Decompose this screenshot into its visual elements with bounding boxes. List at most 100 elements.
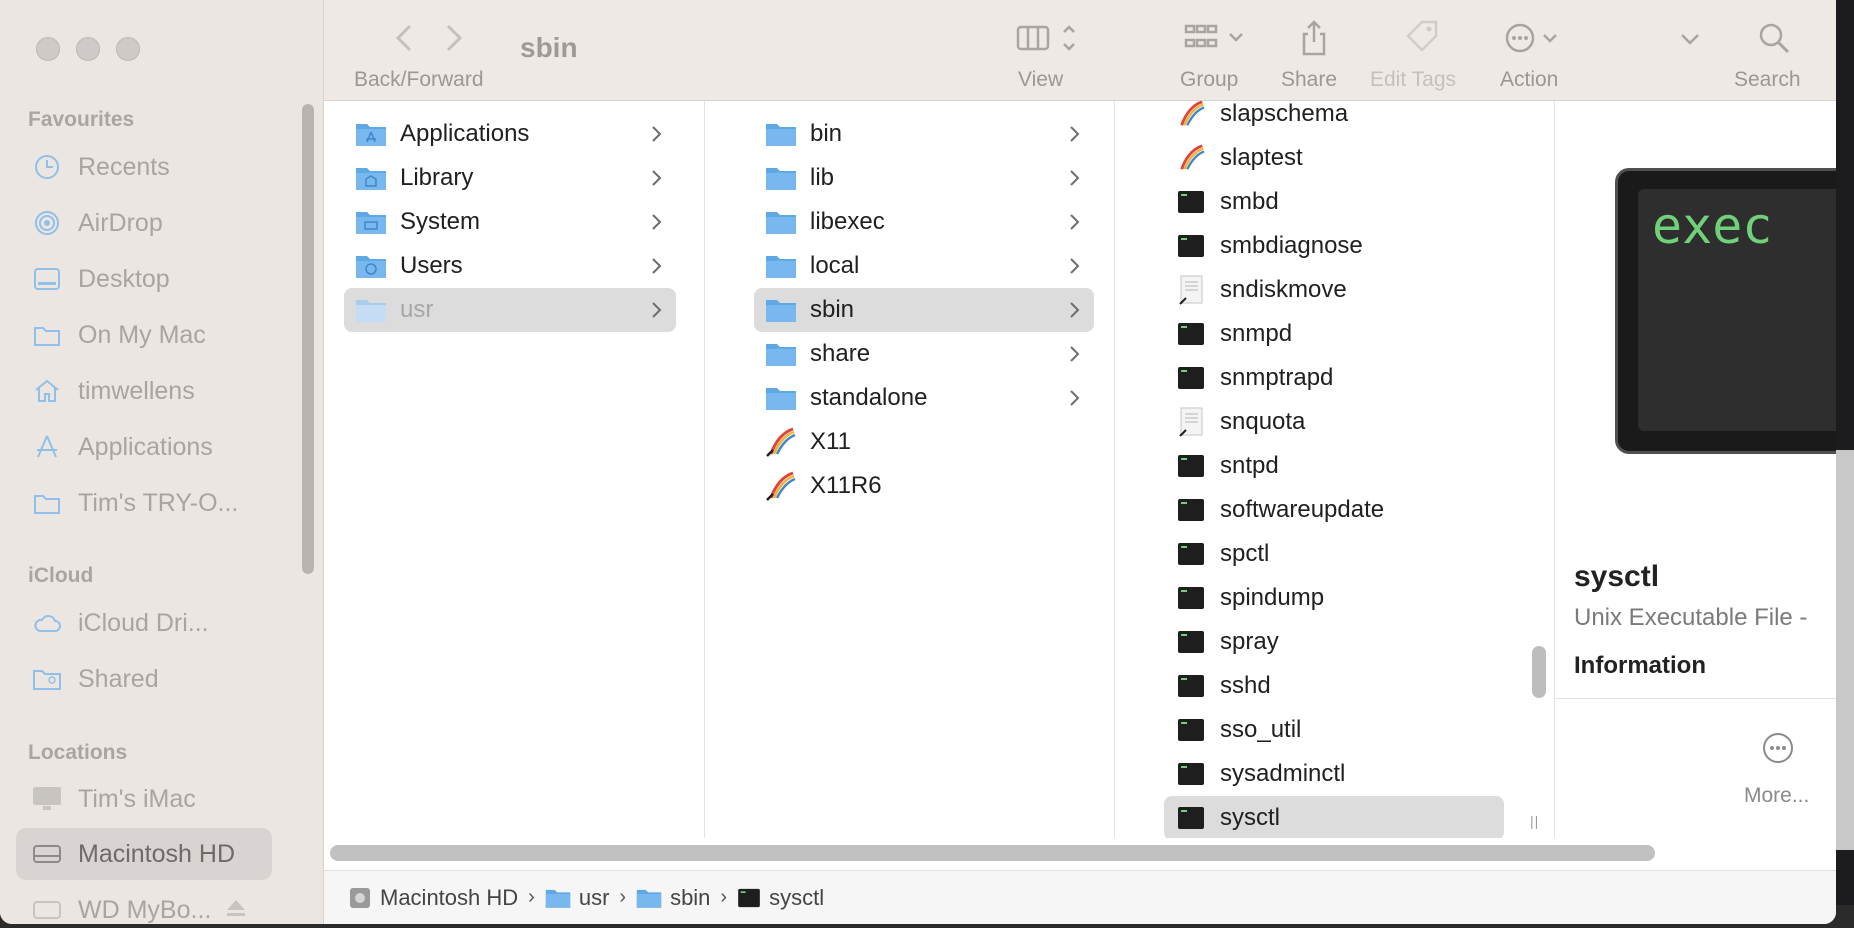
sidebar-item-label: Desktop: [78, 264, 170, 293]
list-item[interactable]: libexec: [754, 200, 1094, 244]
list-item[interactable]: Users: [344, 244, 676, 288]
close-button[interactable]: [36, 37, 60, 61]
list-item[interactable]: usr: [344, 288, 676, 332]
list-item[interactable]: sntpd: [1164, 444, 1504, 488]
row-label: sysadminctl: [1220, 760, 1346, 787]
terminal-exec-icon: [1174, 537, 1208, 571]
list-item[interactable]: X11: [754, 420, 1094, 464]
horizontal-scrollbar[interactable]: [330, 845, 1655, 861]
terminal-exec-icon: [1174, 625, 1208, 659]
folder-icon: [354, 293, 388, 327]
list-item[interactable]: spctl: [1164, 532, 1504, 576]
row-label: sndiskmove: [1220, 276, 1347, 303]
sidebar-scrollbar[interactable]: [302, 104, 314, 574]
list-item[interactable]: lib: [754, 156, 1094, 200]
list-item[interactable]: share: [754, 332, 1094, 376]
list-item[interactable]: Library: [344, 156, 676, 200]
list-item[interactable]: softwareupdate: [1164, 488, 1504, 532]
list-item[interactable]: sbin: [754, 288, 1094, 332]
list-item[interactable]: sysctl: [1164, 796, 1504, 838]
list-item[interactable]: bin: [754, 112, 1094, 156]
row-label: sntpd: [1220, 452, 1279, 479]
sidebar-item-desktop[interactable]: Desktop: [16, 253, 272, 305]
applications-folder-icon: [354, 117, 388, 151]
list-item[interactable]: sndiskmove: [1164, 268, 1504, 312]
path-item-sysctl[interactable]: sysctl: [737, 885, 824, 911]
sidebar-item-macintosh-hd[interactable]: Macintosh HD: [16, 828, 272, 880]
chevron-right-icon: [1068, 122, 1082, 151]
preview-file-kind: Unix Executable File -: [1574, 604, 1808, 631]
list-item[interactable]: local: [754, 244, 1094, 288]
chevron-right-icon: [650, 166, 664, 195]
list-item[interactable]: slapschema: [1164, 101, 1504, 136]
row-label: System: [400, 208, 481, 235]
search-icon[interactable]: [1756, 20, 1792, 61]
list-item[interactable]: sso_util: [1164, 708, 1504, 752]
column-resize-handle[interactable]: ||: [1530, 813, 1539, 829]
path-label: sysctl: [769, 884, 825, 910]
terminal-exec-icon: [1174, 361, 1208, 395]
list-item[interactable]: smbd: [1164, 180, 1504, 224]
sidebar-item-on-my-mac[interactable]: On My Mac: [16, 309, 272, 361]
column-scrollbar[interactable]: [1532, 646, 1546, 698]
row-label: snmptrapd: [1220, 364, 1334, 391]
row-label: Applications: [400, 120, 530, 147]
row-label: local: [810, 252, 860, 279]
disk-icon: [32, 839, 62, 869]
terminal-exec-icon: [737, 888, 761, 908]
sidebar-item-icloud-drive[interactable]: iCloud Dri...: [16, 597, 272, 649]
share-icon[interactable]: [1296, 20, 1332, 61]
sidebar-item-wd-mybook[interactable]: WD MyBo...: [16, 884, 272, 924]
list-item[interactable]: slaptest: [1164, 136, 1504, 180]
list-item[interactable]: spray: [1164, 620, 1504, 664]
sidebar-item-timwellens[interactable]: timwellens: [16, 365, 272, 417]
preview-thumbnail: exec: [1615, 168, 1836, 454]
column-view-icon[interactable]: [1016, 20, 1086, 61]
group-icon[interactable]: [1184, 20, 1254, 61]
list-item[interactable]: spindump: [1164, 576, 1504, 620]
list-item[interactable]: snmptrapd: [1164, 356, 1504, 400]
chevron-right-icon: [1068, 166, 1082, 195]
list-item[interactable]: snmpd: [1164, 312, 1504, 356]
minimize-button[interactable]: [76, 37, 100, 61]
more-button[interactable]: More...: [1744, 784, 1809, 808]
chevron-right-icon: [1068, 210, 1082, 239]
back-arrow-icon[interactable]: [390, 20, 420, 61]
list-item[interactable]: sshd: [1164, 664, 1504, 708]
list-item[interactable]: snquota: [1164, 400, 1504, 444]
tag-icon[interactable]: [1404, 20, 1440, 61]
shared-folder-icon: [32, 664, 62, 694]
sidebar-item-recents[interactable]: Recents: [16, 141, 272, 193]
list-item[interactable]: standalone: [754, 376, 1094, 420]
sidebar-item-airdrop[interactable]: AirDrop: [16, 197, 272, 249]
zoom-button[interactable]: [116, 37, 140, 61]
eject-icon[interactable]: [225, 898, 247, 923]
folder-icon: [32, 488, 62, 518]
list-item[interactable]: X11R6: [754, 464, 1094, 508]
action-icon[interactable]: [1504, 20, 1574, 61]
list-item[interactable]: System: [344, 200, 676, 244]
more-icon[interactable]: [1762, 732, 1794, 769]
sidebar-item-applications[interactable]: Applications: [16, 421, 272, 473]
row-label: usr: [400, 296, 434, 323]
row-label: sysctl: [1220, 804, 1280, 831]
list-item[interactable]: smbdiagnose: [1164, 224, 1504, 268]
forward-arrow-icon[interactable]: [438, 20, 468, 61]
sidebar-item-shared[interactable]: Shared: [16, 653, 272, 705]
chevron-right-icon: ›: [720, 886, 728, 908]
sidebar-item-tims-imac[interactable]: Tim's iMac: [16, 773, 272, 825]
chevron-down-icon[interactable]: [1676, 20, 1704, 61]
path-item-macintosh-hd[interactable]: Macintosh HD: [348, 885, 518, 911]
chevron-right-icon: [1068, 342, 1082, 371]
path-item-usr[interactable]: usr: [545, 885, 609, 911]
row-label: standalone: [810, 384, 928, 411]
list-item[interactable]: Applications: [344, 112, 676, 156]
list-item[interactable]: sysadminctl: [1164, 752, 1504, 796]
path-item-sbin[interactable]: sbin: [636, 885, 710, 911]
terminal-exec-icon: [1174, 801, 1208, 835]
row-label: smbdiagnose: [1220, 232, 1363, 259]
x11-alias-icon: [764, 469, 798, 503]
sidebar-item-tims-try-o[interactable]: Tim's TRY-O...: [16, 477, 272, 529]
folder-icon: [764, 117, 798, 151]
sidebar-item-label: On My Mac: [78, 320, 206, 349]
